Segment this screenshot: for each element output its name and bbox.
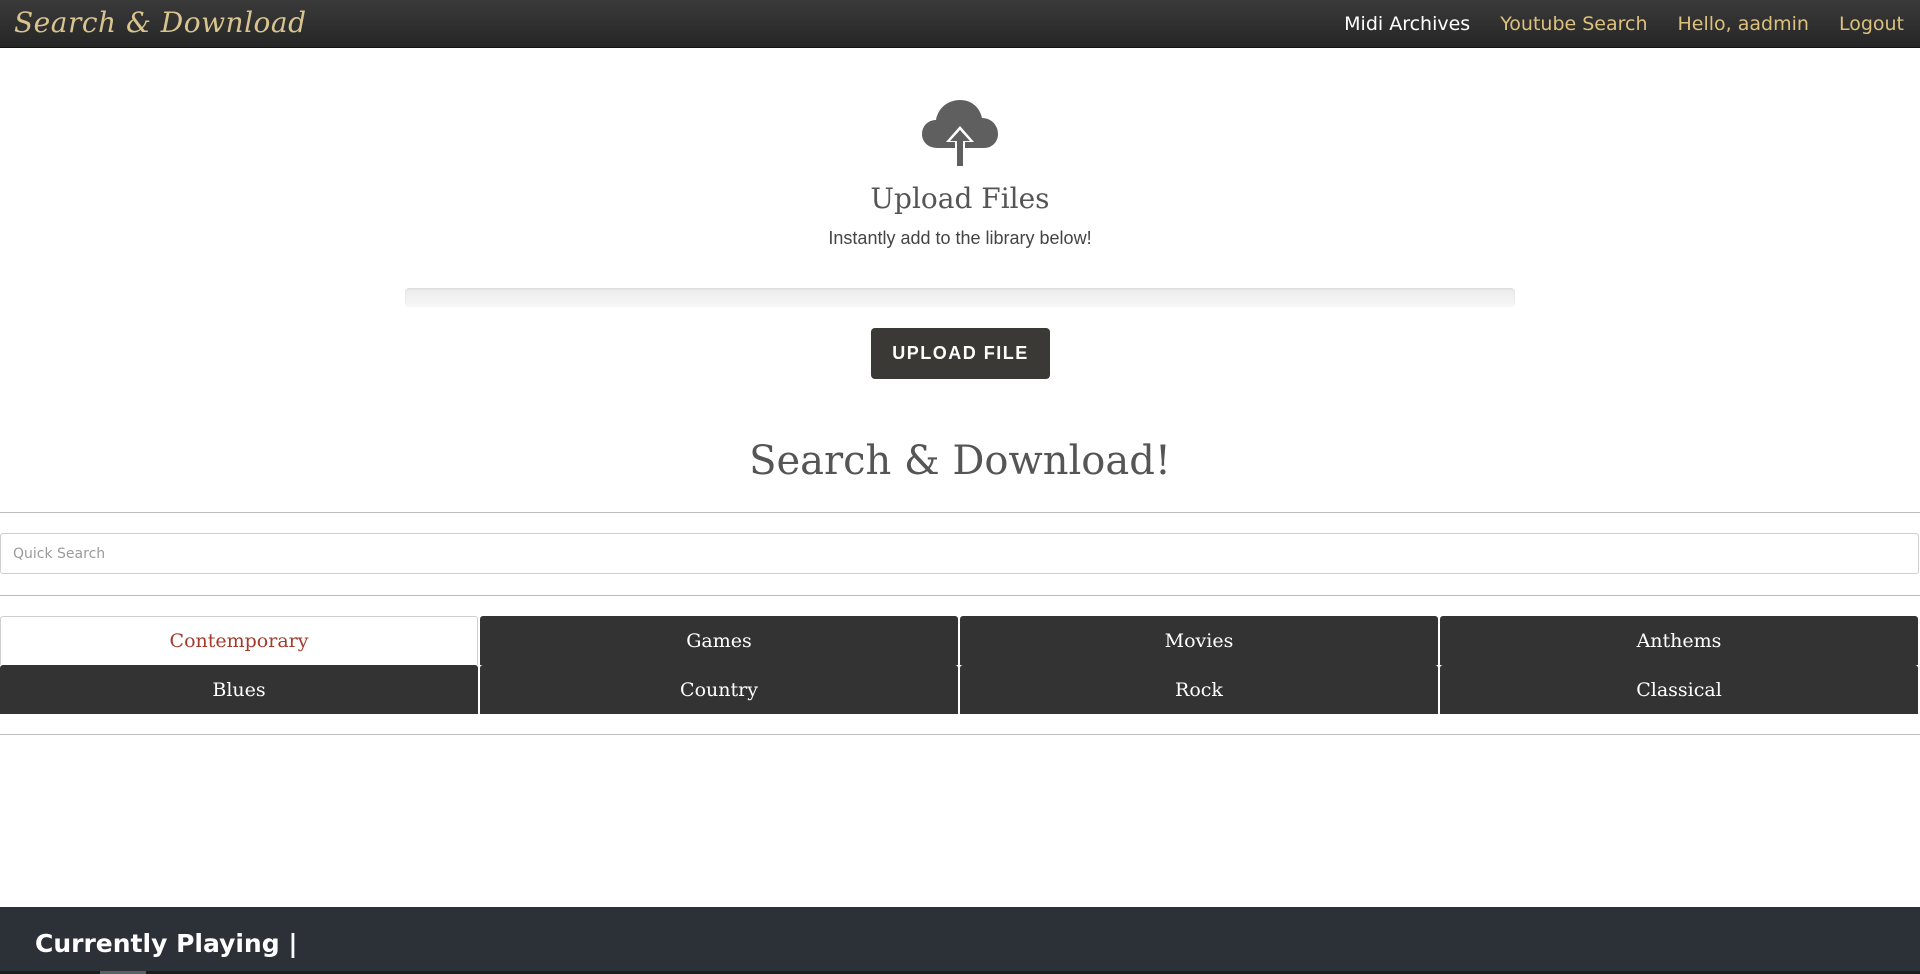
divider — [0, 512, 1920, 513]
currently-playing-label: Currently Playing | — [35, 929, 298, 958]
category-tabs: Contemporary Games Movies Anthems Blues … — [0, 616, 1920, 714]
tab-country[interactable]: Country — [480, 665, 958, 714]
tab-classical[interactable]: Classical — [1440, 665, 1918, 714]
tab-contemporary[interactable]: Contemporary — [0, 616, 478, 665]
top-navbar: Search & Download Midi Archives Youtube … — [0, 0, 1920, 48]
divider — [0, 734, 1920, 735]
upload-title: Upload Files — [870, 182, 1050, 215]
nav-link-midi-archives[interactable]: Midi Archives — [1344, 13, 1470, 35]
nav-link-logout[interactable]: Logout — [1839, 13, 1904, 35]
tab-blues[interactable]: Blues — [0, 665, 478, 714]
nav-links: Midi Archives Youtube Search Hello, aadm… — [1344, 0, 1904, 48]
divider — [0, 595, 1920, 596]
cloud-upload-icon[interactable] — [920, 96, 1000, 170]
upload-file-button[interactable]: UPLOAD FILE — [871, 328, 1050, 379]
upload-progress-bar — [405, 288, 1515, 307]
upload-subtitle: Instantly add to the library below! — [828, 228, 1092, 248]
nav-link-user-greeting[interactable]: Hello, aadmin — [1678, 13, 1809, 35]
quick-search-input[interactable] — [0, 533, 1919, 574]
tab-games[interactable]: Games — [480, 616, 958, 665]
nav-link-youtube-search[interactable]: Youtube Search — [1500, 13, 1647, 35]
tab-anthems[interactable]: Anthems — [1440, 616, 1918, 665]
tab-movies[interactable]: Movies — [960, 616, 1438, 665]
tab-rock[interactable]: Rock — [960, 665, 1438, 714]
brand-logo[interactable]: Search & Download — [14, 6, 307, 39]
search-title: Search & Download! — [749, 438, 1171, 484]
player-bar: Currently Playing | — [0, 907, 1920, 974]
